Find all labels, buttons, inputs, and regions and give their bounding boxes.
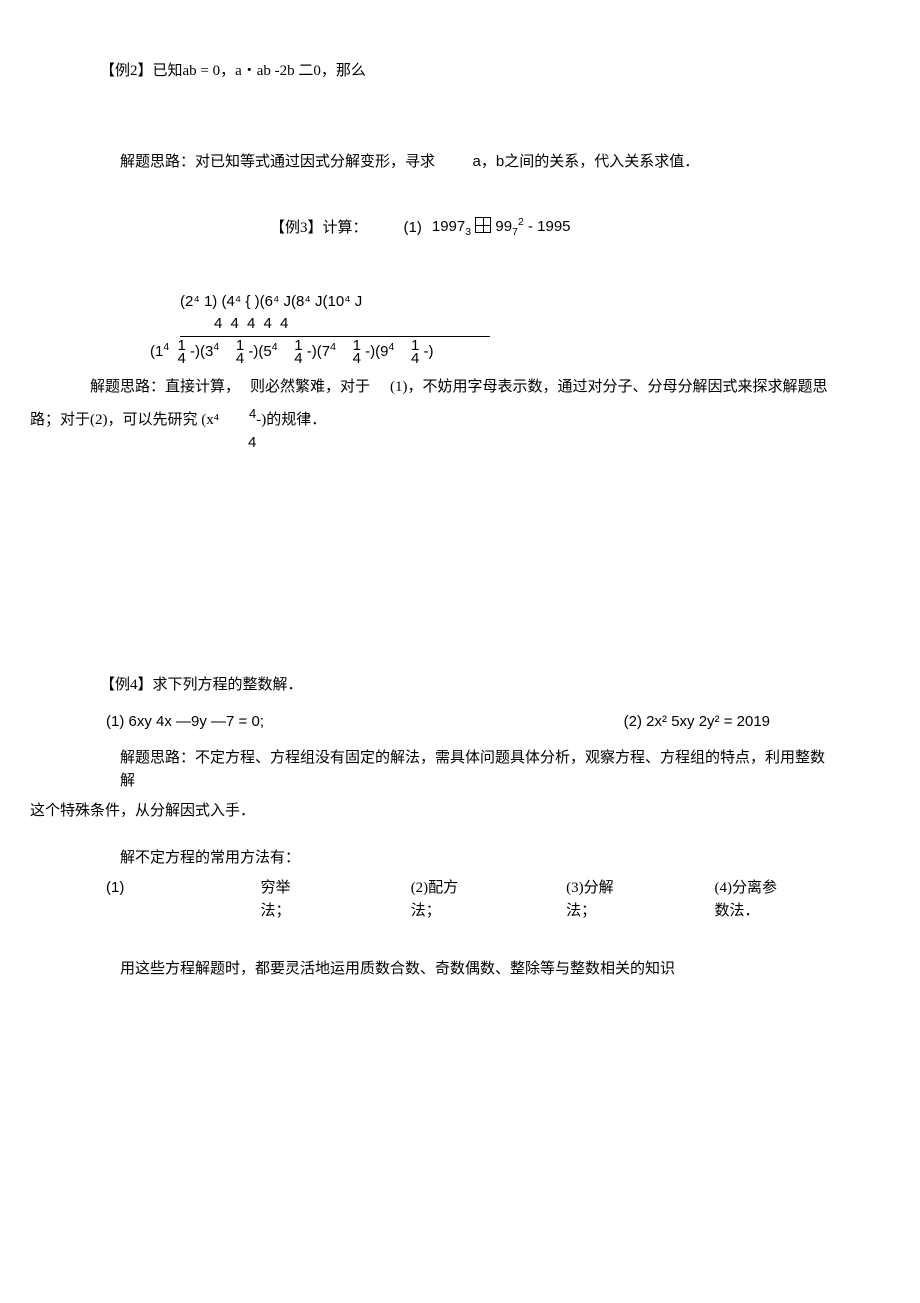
ex4-hint2-text: 这个特殊条件，从分解因式入手． (30, 803, 255, 819)
ex2-title-text: 【例2】已知ab = 0，a・ab -2b 二0，那么 (100, 63, 366, 79)
ex4-eq2: (2) 2x² 5xy 2y² = 2019 (624, 711, 770, 734)
ex3-hint-d: 路；对于(2)，可以先研究 (x⁴ (30, 409, 219, 432)
ex4-tail-row: 用这些方程解题时，都要灵活地运用质数合数、奇数偶数、整除等与整数相关的知识 (90, 958, 830, 981)
ex3-hint-4-below: 4 (248, 432, 830, 455)
ex4-title-text: 【例4】求下列方程的整数解． (100, 677, 303, 693)
ex3-p1-b: 99 (495, 218, 512, 235)
ex3-hint-a: 解题思路：直接计算， (90, 376, 240, 399)
ex3-hint-row2: 路；对于(2)，可以先研究 (x⁴ 4 -)的规律． (30, 408, 830, 431)
ex3-hint-e: -)的规律． (256, 409, 326, 432)
ex3-hint-mid-frac: 4 (249, 408, 256, 431)
ex4-eq2-label: (2) (624, 713, 642, 730)
ex4-hint-row2: 这个特殊条件，从分解因式入手． (30, 800, 830, 823)
ex3-p1-sub-a: 3 (465, 226, 471, 238)
example-2-title: 【例2】已知ab = 0，a・ab -2b 二0，那么 (90, 60, 830, 83)
ex3-numerator-row1: (2⁴ 1) (4⁴ { )(6⁴ J(8⁴ J(10⁴ J (180, 291, 830, 314)
ex3-hint-row1: 解题思路：直接计算， 则必然繁难，对于 (1)，不妨用字母表示数，通过对分子、分… (90, 376, 830, 399)
ex4-equations-row: (1) 6xy 4x —9y —7 = 0; (2) 2x² 5xy 2y² =… (90, 711, 830, 734)
ex3-part1-expr: 19973 9972 - 1995 (432, 215, 571, 241)
ex4-hint1-text: 解题思路：不定方程、方程组没有固定的解法，需具体问题具体分析，观察方程、方程组的… (120, 750, 825, 789)
ex4-tail-text: 用这些方程解题时，都要灵活地运用质数合数、奇数偶数、整除等与整数相关的知识 (120, 961, 675, 977)
ex3-p1-a: 1997 (432, 218, 465, 235)
ex3-fraction-block: (2⁴ 1) (4⁴ { )(6⁴ J(8⁴ J(10⁴ J 4 4 4 4 4… (180, 291, 830, 366)
ex4-eq2-body: 2x² 5xy 2y² = 2019 (642, 713, 770, 730)
ex4-m4-text: (4)分离参数法． (715, 877, 790, 922)
ex4-hint3-text: 解不定方程的常用方法有： (120, 850, 300, 866)
ex2-hint-a-text: 解题思路：对已知等式通过因式分解变形，寻求 (120, 154, 435, 170)
ex4-m1-text: 穷举法； (260, 877, 302, 922)
ex3-denominator-row1: (14 14 -)(34 14 -)(54 14 -)(74 14 -)(94 … (150, 339, 830, 366)
example-4-title: 【例4】求下列方程的整数解． (90, 674, 830, 697)
ex3-part1-label: (1) (404, 217, 422, 240)
ex4-eq1-body: 6xy 4x —9y —7 = 0; (124, 713, 264, 730)
ex4-hint-row1: 解题思路：不定方程、方程组没有固定的解法，需具体问题具体分析，观察方程、方程组的… (30, 747, 830, 792)
ex4-eq1: (1) 6xy 4x —9y —7 = 0; (106, 711, 264, 734)
ex3-title-text: 【例3】计算： (270, 217, 368, 240)
ex4-m3-text: (3)分解法； (566, 877, 620, 922)
ex3-numerator-row2: 4 4 4 4 4 (180, 313, 830, 336)
ex3-hint-c: (1)，不妨用字母表示数，通过对分子、分母分解因式来探求解题思 (390, 376, 828, 399)
ex4-m2-text: (2)配方法； (411, 877, 465, 922)
ex3-p1-tail: - 1995 (528, 218, 571, 235)
example-3-header-row: 【例3】计算： (1) 19973 9972 - 1995 (270, 215, 830, 241)
ex3-hint-b: 则必然繁难，对于 (250, 376, 370, 399)
ex2-hint-b-text: a，b之间的关系，代入关系求值． (473, 153, 700, 170)
ex4-m1-label: (1) (106, 877, 124, 922)
example-2-hint: 解题思路：对已知等式通过因式分解变形，寻求 a，b之间的关系，代入关系求值． (90, 151, 830, 174)
ex4-eq1-label: (1) (106, 713, 124, 730)
ex4-hint-row3: 解不定方程的常用方法有： (90, 847, 830, 870)
fraction-bar (180, 336, 490, 337)
box-grid-icon (475, 217, 491, 233)
ex4-methods-row: (1) 穷举法； (2)配方法； (3)分解法； (4)分离参数法． (90, 877, 830, 922)
ex3-p1-sup-b: 2 (518, 216, 524, 228)
